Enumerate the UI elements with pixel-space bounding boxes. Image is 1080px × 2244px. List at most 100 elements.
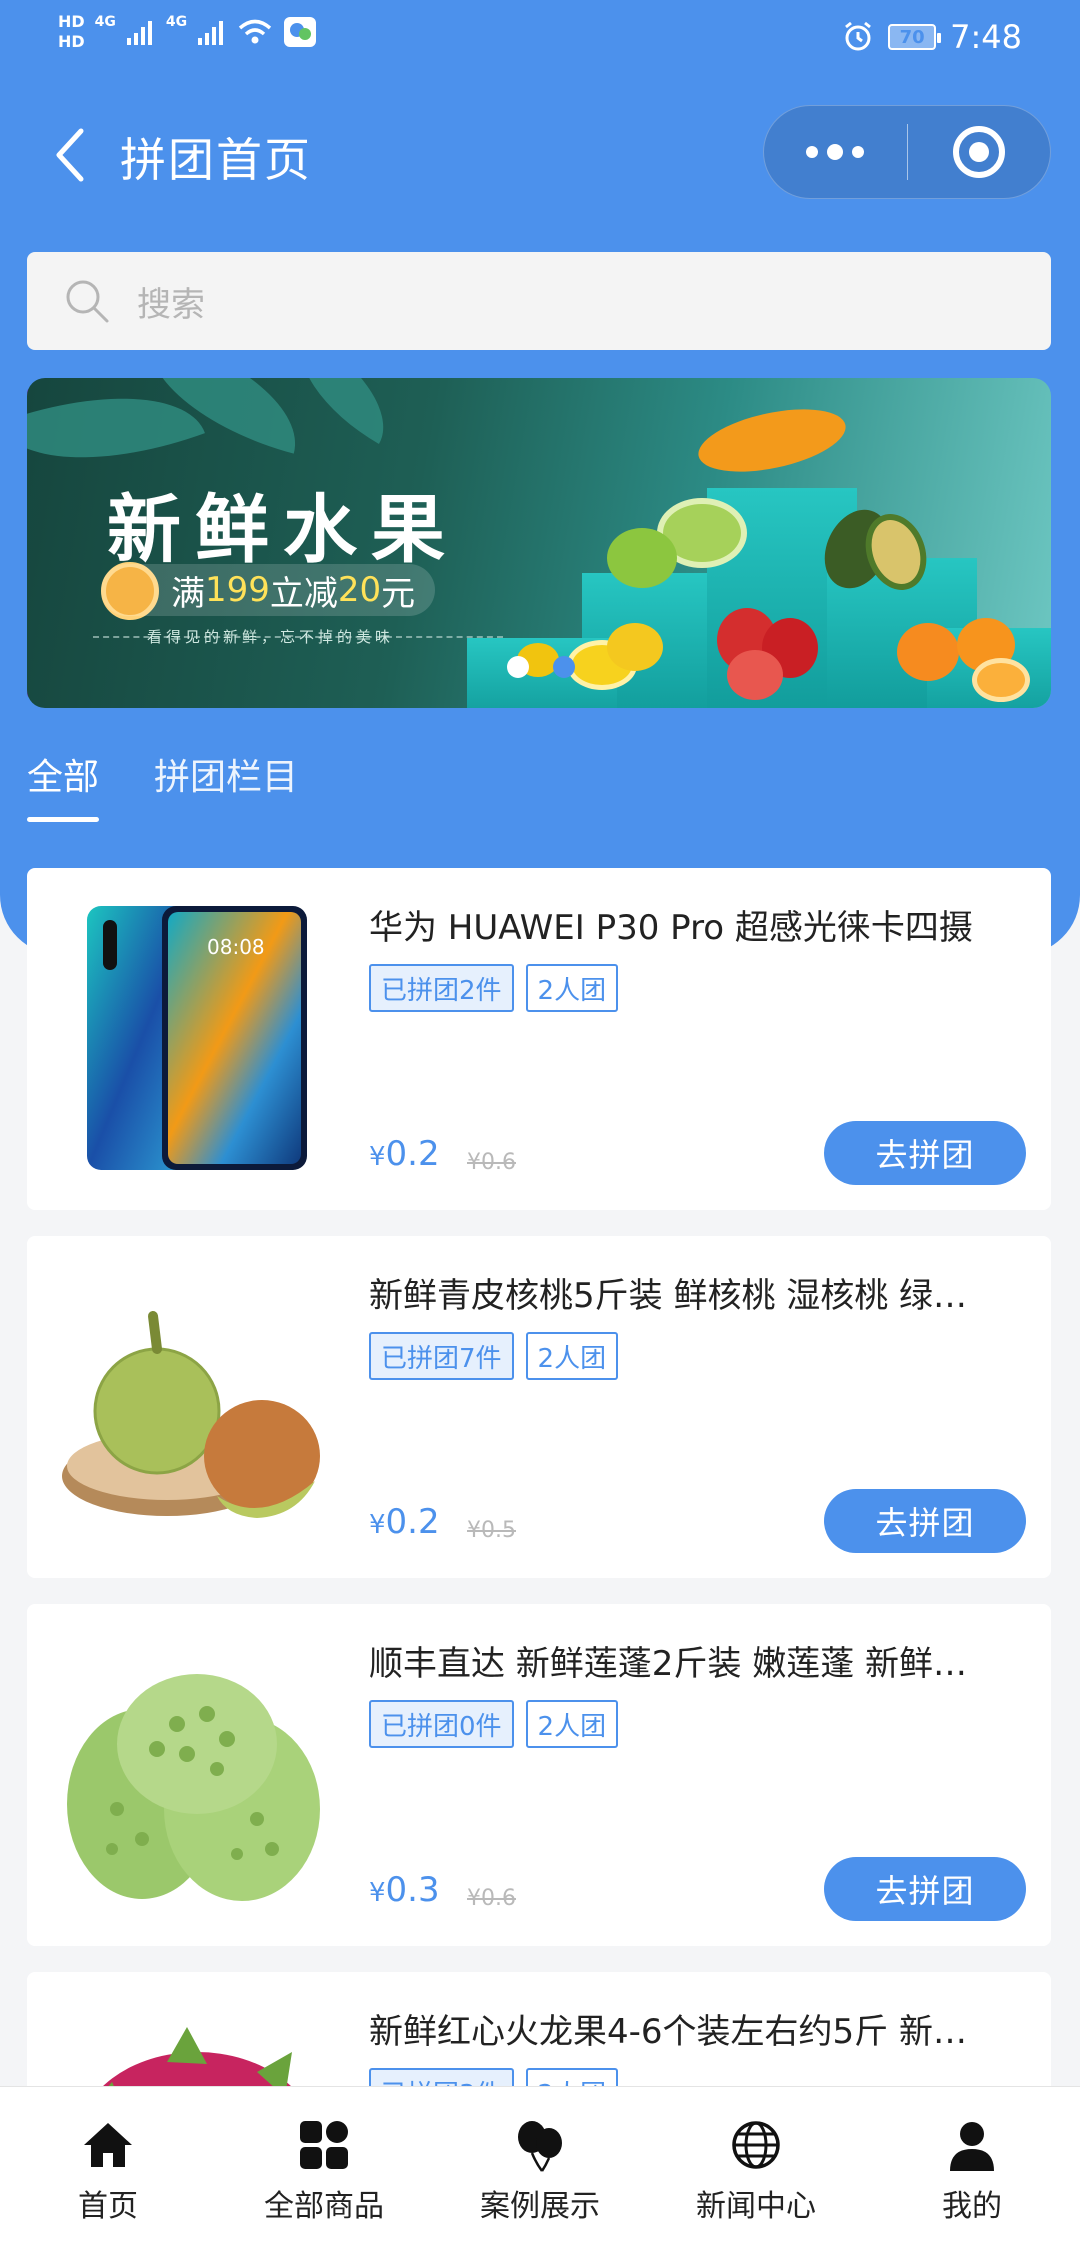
banner-promo: 满 199 立减 20 元 — [101, 564, 436, 616]
battery-level: 70 — [899, 26, 925, 48]
lotus-seedpod-image — [67, 1674, 320, 1901]
network-label-2: 4G — [165, 14, 188, 30]
product-title: 新鲜红心火龙果4-6个装左右约5斤 新… — [369, 2012, 967, 2052]
product-tags: 已拼团2件 2人团 — [369, 964, 619, 1012]
lime-image — [607, 528, 677, 588]
carousel-dot-active[interactable] — [553, 656, 575, 678]
product-card[interactable]: 顺丰直达 新鲜莲蓬2斤装 嫩莲蓬 新鲜… 已拼团0件 2人团 ¥0.3 ¥0.6… — [27, 1604, 1051, 1946]
papaya-image — [692, 398, 852, 483]
more-button[interactable] — [764, 106, 907, 198]
product-image: 08:08 — [57, 898, 337, 1178]
product-price: ¥0.2 — [369, 1134, 440, 1174]
signal-icon — [126, 21, 152, 45]
navigation-bar: 拼团首页 — [0, 100, 1080, 210]
joined-count-badge: 已拼团0件 — [369, 1700, 514, 1748]
product-card[interactable]: 新鲜青皮核桃5斤装 鲜核桃 湿核桃 绿… 已拼团7件 2人团 ¥0.2 ¥0.5… — [27, 1236, 1051, 1578]
product-tags: 已拼团0件 2人团 — [369, 1700, 619, 1748]
balloons-icon — [518, 2121, 562, 2172]
product-image — [57, 1266, 337, 1546]
banner-title: 新鲜水果 — [107, 487, 459, 573]
currency-symbol: ¥ — [369, 1878, 386, 1908]
promo-discount: 20 — [337, 570, 382, 610]
product-price: ¥0.2 — [369, 1502, 440, 1542]
walnut-image — [62, 1311, 320, 1518]
mini-program-capsule — [763, 105, 1051, 199]
product-card[interactable]: 08:08 华为 HUAWEI P30 Pro 超感光徕卡四摄 已拼团2件 2人… — [27, 868, 1051, 1210]
price-value: 0.2 — [385, 1134, 440, 1174]
product-title: 华为 HUAWEI P30 Pro 超感光徕卡四摄 — [369, 908, 973, 948]
promo-amount: 199 — [205, 570, 270, 610]
tabbar-label: 新闻中心 — [696, 2189, 816, 2224]
page-title: 拼团首页 — [120, 133, 312, 187]
phone-image: 08:08 — [87, 906, 307, 1170]
group-size-badge: 2人团 — [525, 1332, 619, 1380]
user-icon — [950, 2122, 994, 2171]
currency-symbol: ¥ — [369, 1142, 386, 1172]
clock: 7:48 — [950, 18, 1022, 56]
group-size-badge: 2人团 — [525, 1700, 619, 1748]
tabbar-item-home[interactable]: 首页 — [0, 2087, 216, 2244]
tabbar-label: 全部商品 — [264, 2189, 384, 2224]
tabbar-item-mine[interactable]: 我的 — [864, 2087, 1080, 2244]
promo-banner[interactable]: 新鲜水果 满 199 立减 20 元 看得见的新鲜，忘不掉的美味 — [27, 378, 1051, 708]
more-dots-icon — [806, 144, 865, 160]
promo-prefix: 满 — [171, 573, 205, 614]
status-right: 70 7:48 — [842, 18, 1022, 56]
tabbar-label: 案例展示 — [480, 2189, 600, 2224]
back-button[interactable] — [40, 122, 100, 188]
product-image — [57, 1634, 337, 1914]
svg-text:08:08: 08:08 — [207, 935, 265, 959]
leaf-decoration — [275, 378, 409, 444]
category-tabs: 全部 拼团栏目 — [27, 748, 298, 822]
grid-icon — [300, 2121, 348, 2169]
globe-icon — [732, 2121, 780, 2169]
search-placeholder: 搜索 — [137, 284, 205, 325]
alarm-icon — [845, 21, 872, 51]
tab-group-column[interactable]: 拼团栏目 — [154, 748, 298, 822]
joined-count-badge: 已拼团2件 — [369, 964, 514, 1012]
price-value: 0.3 — [385, 1870, 440, 1910]
home-icon — [84, 2123, 132, 2167]
join-group-button[interactable]: 去拼团 — [824, 1121, 1026, 1185]
tabbar-item-cases[interactable]: 案例展示 — [432, 2087, 648, 2244]
wifi-icon — [238, 19, 272, 44]
tabbar-item-news[interactable]: 新闻中心 — [648, 2087, 864, 2244]
promo-suffix: 元 — [381, 573, 416, 614]
search-icon — [66, 280, 109, 323]
join-group-button[interactable]: 去拼团 — [824, 1489, 1026, 1553]
price-value: 0.2 — [385, 1502, 440, 1542]
hd1-label: HD — [58, 12, 85, 31]
message-app-icon — [284, 17, 317, 47]
original-price: ¥0.5 — [467, 1518, 516, 1543]
network-label-1: 4G — [94, 14, 116, 30]
original-price: ¥0.6 — [467, 1886, 516, 1911]
tab-all[interactable]: 全部 — [27, 748, 100, 822]
group-size-badge: 2人团 — [525, 964, 619, 1012]
product-title: 新鲜青皮核桃5斤装 鲜核桃 湿核桃 绿… — [369, 1276, 968, 1316]
hd2-label: HD — [58, 32, 85, 51]
carousel-dot[interactable] — [507, 656, 529, 678]
tabbar-item-all-products[interactable]: 全部商品 — [216, 2087, 432, 2244]
join-group-button[interactable]: 去拼团 — [824, 1857, 1026, 1921]
product-tags: 已拼团7件 2人团 — [369, 1332, 619, 1380]
target-icon — [952, 126, 1005, 178]
bottom-tab-bar: 首页 全部商品 案例展示 新闻中心 我的 — [0, 2086, 1080, 2244]
signal-icon — [198, 21, 224, 45]
close-mini-program-button[interactable] — [908, 106, 1051, 198]
battery-indicator: 70 — [888, 24, 942, 50]
tabbar-label: 我的 — [942, 2189, 1002, 2224]
chevron-left-icon — [56, 128, 84, 182]
promo-mid: 立减 — [269, 573, 338, 614]
product-price: ¥0.3 — [369, 1870, 440, 1910]
status-left: HD HD 4G 4G — [58, 12, 317, 52]
lemon-image — [607, 623, 663, 671]
hd-indicator: HD HD — [58, 12, 85, 52]
banner-subtitle: 看得见的新鲜，忘不掉的美味 — [147, 628, 395, 646]
orange-image — [897, 623, 959, 681]
joined-count-badge: 已拼团7件 — [369, 1332, 514, 1380]
status-bar: HD HD 4G 4G 70 7:48 — [0, 0, 1080, 80]
search-input[interactable]: 搜索 — [27, 252, 1051, 350]
orange-image — [972, 658, 1030, 702]
original-price: ¥0.6 — [467, 1150, 516, 1175]
currency-symbol: ¥ — [369, 1510, 386, 1540]
